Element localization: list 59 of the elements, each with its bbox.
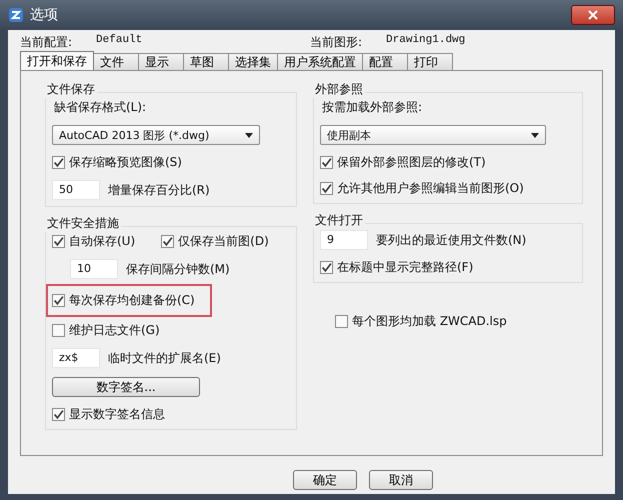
dialog-button[interactable]: 取消	[369, 470, 433, 490]
input-field[interactable]: zx$	[52, 348, 100, 368]
group-title: 文件安全措施	[45, 215, 121, 232]
checkbox[interactable]	[52, 156, 65, 169]
tab[interactable]: 文件	[93, 53, 139, 70]
dropdown-value: AutoCAD 2013 图形 (*.dwg)	[59, 128, 210, 142]
tab[interactable]: 显示	[138, 53, 184, 70]
field-value: Drawing1.dwg	[386, 34, 466, 48]
group-title: 外部参照	[313, 81, 365, 98]
input-field[interactable]: 50	[52, 180, 100, 200]
field-label: 缺省保存格式(L):	[53, 99, 148, 116]
checkbox-label: 每次保存均创建备份(C)	[69, 292, 195, 309]
checkbox-label: 保存缩略预览图像(S)	[69, 154, 182, 171]
caret-icon	[245, 132, 253, 138]
checkbox-label: 在标题中显示完整路径(F)	[337, 259, 474, 276]
field-label: 当前配置:	[20, 34, 72, 50]
dropdown[interactable]: 使用副本	[320, 125, 546, 145]
field-label: 临时文件的扩展名(E)	[108, 350, 221, 366]
group-title: 文件保存	[45, 81, 97, 98]
caret-icon	[531, 132, 539, 138]
checkbox[interactable]	[52, 324, 65, 337]
tab[interactable]: 打开和保存	[20, 51, 94, 70]
tab[interactable]: 选择集	[228, 53, 278, 70]
app-icon	[8, 7, 24, 23]
checkbox-label: 显示数字签名信息	[69, 406, 165, 423]
checkbox[interactable]	[161, 235, 174, 248]
tab[interactable]: 配置	[362, 53, 408, 70]
dropdown[interactable]: AutoCAD 2013 图形 (*.dwg)	[52, 125, 260, 145]
checkbox[interactable]	[320, 156, 333, 169]
checkbox[interactable]	[52, 235, 65, 248]
window-title: 选项	[30, 6, 58, 24]
close-button[interactable]	[571, 5, 615, 25]
signature-button[interactable]: 数字签名...	[52, 377, 200, 397]
checkbox[interactable]	[320, 182, 333, 195]
checkbox-label: 自动保存(U)	[69, 233, 136, 250]
field-label: 增量保存百分比(R)	[108, 182, 210, 198]
field-label: 要列出的最近使用文件数(N)	[376, 232, 526, 248]
checkbox[interactable]	[335, 315, 348, 328]
checkbox[interactable]	[320, 261, 333, 274]
checkbox-label: 维护日志文件(G)	[69, 322, 160, 339]
input-field[interactable]: 10	[70, 259, 118, 279]
checkbox-label: 允许其他用户参照编辑当前图形(O)	[337, 180, 524, 197]
field-label: 保存间隔分钟数(M)	[126, 260, 230, 278]
checkbox-label: 仅保存当前图(D)	[178, 233, 269, 250]
tab[interactable]: 草图	[183, 53, 229, 70]
tab[interactable]: 用户系统配置	[277, 53, 363, 70]
dropdown-value: 使用副本	[327, 128, 372, 142]
input-field[interactable]: 9	[320, 230, 368, 250]
tab[interactable]: 打印	[407, 53, 453, 70]
checkbox-label: 保留外部参照图层的修改(T)	[337, 154, 486, 171]
checkbox-label: 每个图形均加载 ZWCAD.lsp	[352, 313, 507, 330]
field-label: 按需加载外部参照:	[321, 99, 424, 116]
checkbox[interactable]	[52, 408, 65, 421]
group-title: 文件打开	[313, 212, 365, 229]
close-icon	[588, 10, 598, 20]
dialog-button[interactable]: 确定	[293, 470, 357, 490]
checkbox[interactable]	[52, 294, 65, 307]
field-label: 当前图形:	[310, 34, 362, 50]
field-value: Default	[96, 34, 142, 48]
